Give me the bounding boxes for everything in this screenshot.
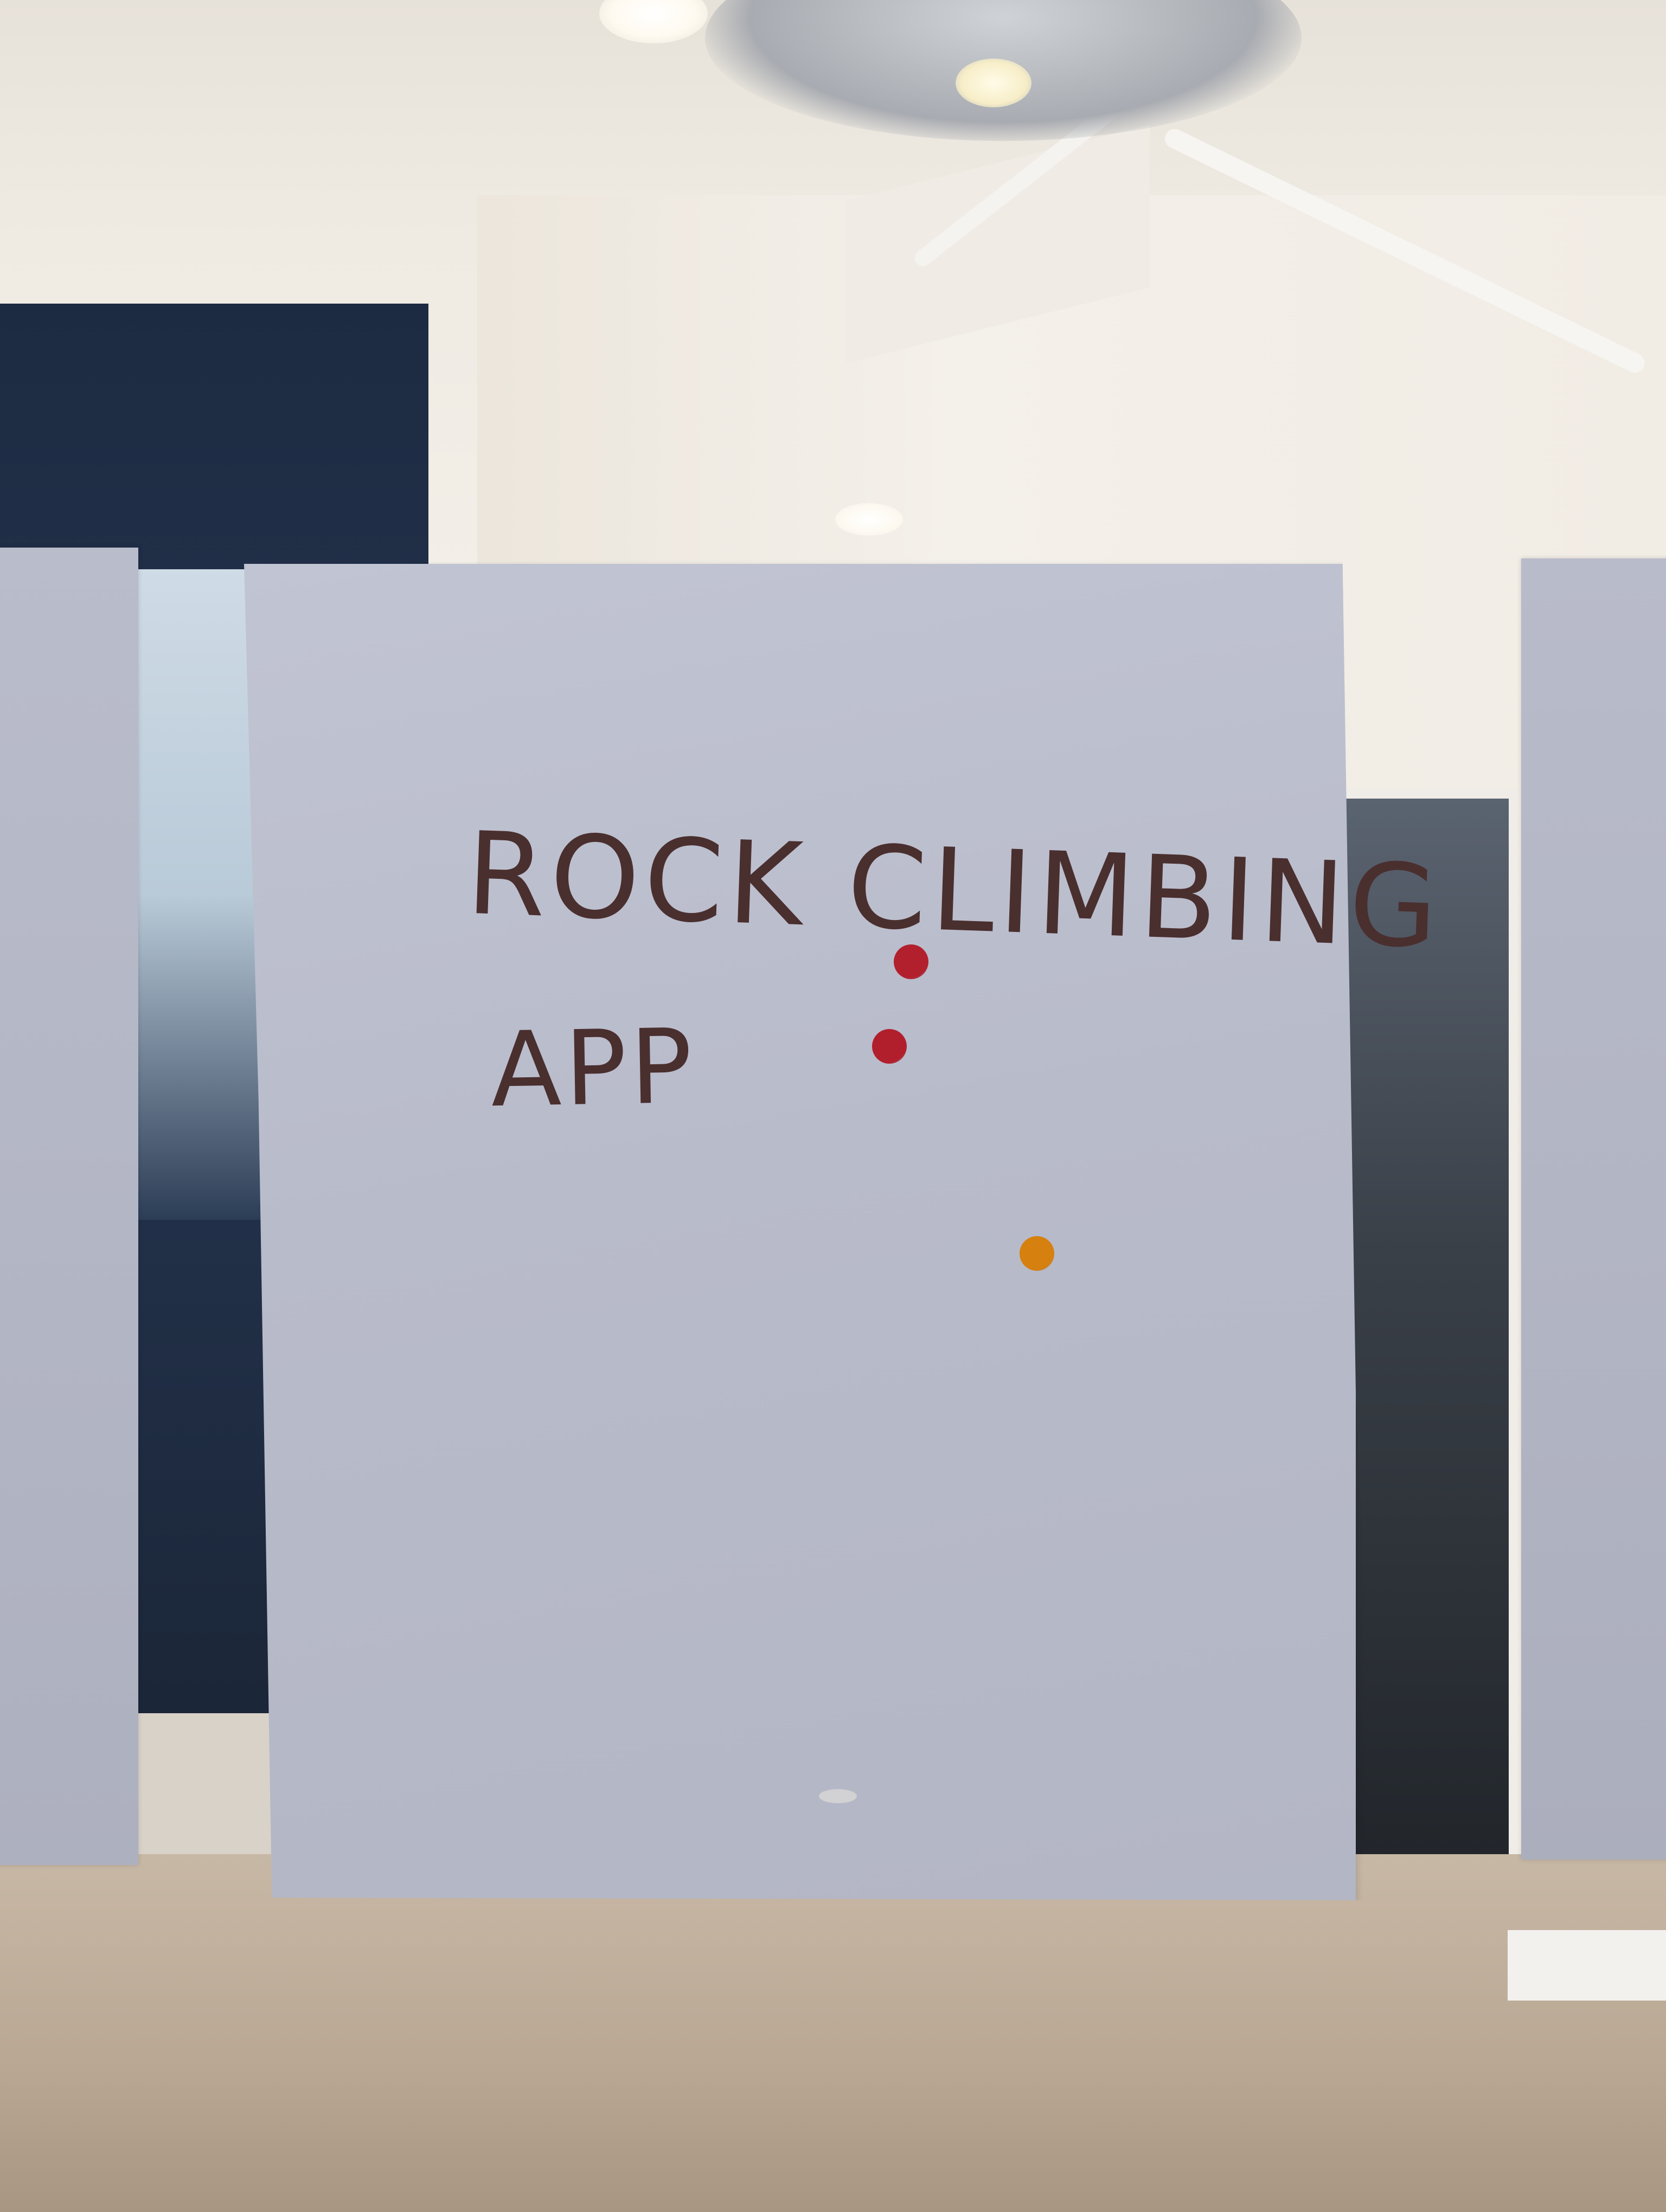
ceiling-light — [835, 503, 903, 536]
paper-smudge — [819, 1789, 857, 1803]
red-vote-dot — [894, 944, 928, 979]
photo-scene: ROCK CLIMBING APP — [0, 0, 1666, 2212]
concrete-floor — [0, 1854, 1666, 2212]
handwritten-title-line2: APP — [490, 1006, 697, 1130]
adjacent-paper-left — [0, 548, 138, 1865]
idea-paper — [244, 564, 1356, 1900]
baseboard — [1508, 1930, 1666, 2001]
adjacent-paper-right — [1521, 558, 1666, 1860]
lamp-bulb — [956, 59, 1031, 107]
red-vote-dot — [872, 1029, 907, 1064]
orange-vote-dot — [1020, 1236, 1054, 1271]
